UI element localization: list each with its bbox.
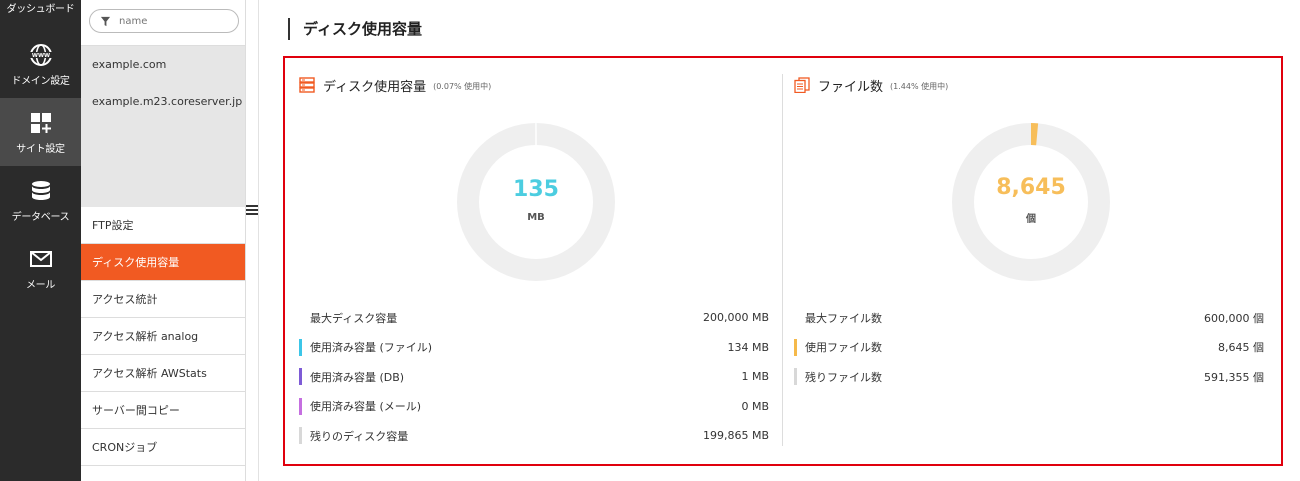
legend-swatch	[299, 397, 302, 415]
stat-row: 使用ファイル数 8,645 個	[794, 333, 1264, 363]
svg-text:WWW: WWW	[31, 53, 49, 59]
files-donut-chart: 8,645 個	[951, 122, 1111, 282]
files-card-title: ファイル数	[818, 79, 884, 95]
hamburger-icon[interactable]	[246, 205, 258, 215]
menu-item-disk-usage[interactable]: ディスク使用容量	[81, 244, 245, 281]
files-used-value: 8,645	[996, 175, 1066, 200]
main-nav-rail: ダッシュボード WWW ドメイン設定 サイト設定 データベース メール	[0, 0, 81, 481]
site-grid-icon	[28, 110, 54, 136]
mail-icon	[28, 246, 54, 272]
stat-value: 591,355 個	[1204, 370, 1264, 384]
stat-value: 199,865 MB	[702, 429, 769, 443]
menu-item-cron[interactable]: CRONジョブ	[81, 429, 245, 466]
disk-card-title: ディスク使用容量	[323, 79, 427, 95]
legend-swatch	[299, 368, 302, 386]
rail-item-domain-settings[interactable]: WWW ドメイン設定	[0, 30, 81, 98]
domain-list: example.com example.m23.coreserver.jp	[81, 0, 246, 207]
stat-label: 最大ディスク容量	[310, 311, 398, 325]
files-card-header: ファイル数 (1.44% 使用中)	[794, 74, 1264, 96]
filter-icon	[100, 12, 111, 31]
disk-donut-chart: 135 MB	[456, 122, 616, 282]
stat-value: 600,000 個	[1204, 311, 1264, 325]
disk-used-unit: MB	[527, 212, 545, 223]
legend-swatch	[794, 368, 797, 386]
rail-item-site-settings[interactable]: サイト設定	[0, 98, 81, 166]
disk-stats-list: 最大ディスク容量 200,000 MB 使用済み容量 (ファイル) 134 MB 使用済…	[299, 303, 769, 451]
stat-label: 残りのディスク容量	[310, 429, 409, 443]
stat-row: 最大ディスク容量 200,000 MB	[299, 303, 769, 333]
files-usage-percent: (1.44% 使用中)	[890, 81, 949, 91]
domain-search-input[interactable]	[119, 15, 229, 27]
www-globe-icon: WWW	[28, 42, 54, 68]
page-title: ディスク使用容量	[288, 18, 422, 40]
menu-item-awstats[interactable]: アクセス解析 AWStats	[81, 355, 245, 392]
disk-card-header: ディスク使用容量 (0.07% 使用中)	[299, 74, 769, 96]
legend-swatch	[299, 427, 302, 445]
panel-divider	[258, 0, 259, 481]
stat-label: 使用済み容量 (DB)	[310, 370, 405, 384]
menu-item-access-stats[interactable]: アクセス統計	[81, 281, 245, 318]
stat-row: 残りファイル数 591,355 個	[794, 362, 1264, 392]
rail-item-database[interactable]: データベース	[0, 166, 81, 234]
stat-value: 1 MB	[741, 370, 769, 384]
domain-item[interactable]: example.m23.coreserver.jp	[81, 83, 245, 120]
stat-value: 134 MB	[727, 340, 769, 354]
documents-icon	[794, 77, 810, 94]
files-stats-list: 最大ファイル数 600,000 個使用ファイル数 8,645 個残りファイル数 591…	[794, 303, 1264, 392]
stat-value: 8,645 個	[1218, 341, 1264, 355]
rail-item-label: ドメイン設定	[11, 75, 70, 87]
stat-label: 使用ファイル数	[805, 341, 882, 355]
file-count-card: ファイル数 (1.44% 使用中) 8,645 個 最大ファイル数 600,000…	[794, 74, 1264, 446]
stat-label: 最大ファイル数	[805, 311, 882, 325]
stat-row: 最大ファイル数 600,000 個	[794, 303, 1264, 333]
menu-item-analog[interactable]: アクセス解析 analog	[81, 318, 245, 355]
stat-row: 使用済み容量 (DB) 1 MB	[299, 362, 769, 392]
stat-label: 使用済み容量 (ファイル)	[310, 341, 433, 355]
stat-value: 200,000 MB	[702, 311, 769, 325]
menu-item-ftp[interactable]: FTP設定	[81, 207, 245, 244]
stat-value: 0 MB	[741, 399, 769, 413]
stat-row: 使用済み容量 (ファイル) 134 MB	[299, 333, 769, 363]
domain-search-area	[81, 0, 245, 46]
rail-item-label: サイト設定	[16, 143, 65, 155]
disk-usage-percent: (0.07% 使用中)	[433, 81, 492, 91]
domain-search-box[interactable]	[89, 9, 239, 33]
stat-label: 使用済み容量 (メール)	[310, 400, 422, 414]
server-stack-icon	[299, 77, 315, 93]
dashboard-link[interactable]: ダッシュボード	[0, 0, 81, 30]
domain-item[interactable]: example.com	[81, 46, 245, 83]
rail-item-label: メール	[25, 279, 56, 291]
menu-item-server-copy[interactable]: サーバー間コピー	[81, 392, 245, 429]
site-settings-panel: example.com example.m23.coreserver.jp FT…	[81, 0, 246, 481]
legend-swatch	[794, 338, 797, 356]
stat-row: 残りのディスク容量 199,865 MB	[299, 421, 769, 451]
legend-swatch	[299, 338, 302, 356]
rail-item-mail[interactable]: メール	[0, 234, 81, 302]
files-used-unit: 個	[1026, 214, 1036, 225]
site-settings-menu: FTP設定 ディスク使用容量 アクセス統計 アクセス解析 analog アクセス…	[81, 207, 246, 481]
stat-row: 使用済み容量 (メール) 0 MB	[299, 392, 769, 422]
stat-label: 残りファイル数	[805, 370, 882, 384]
card-divider	[782, 74, 783, 446]
disk-used-value: 135	[513, 177, 559, 202]
rail-item-label: データベース	[11, 211, 70, 223]
database-icon	[28, 178, 54, 204]
disk-usage-card: ディスク使用容量 (0.07% 使用中) 135 MB 最大ディスク容量 200,…	[299, 74, 769, 446]
